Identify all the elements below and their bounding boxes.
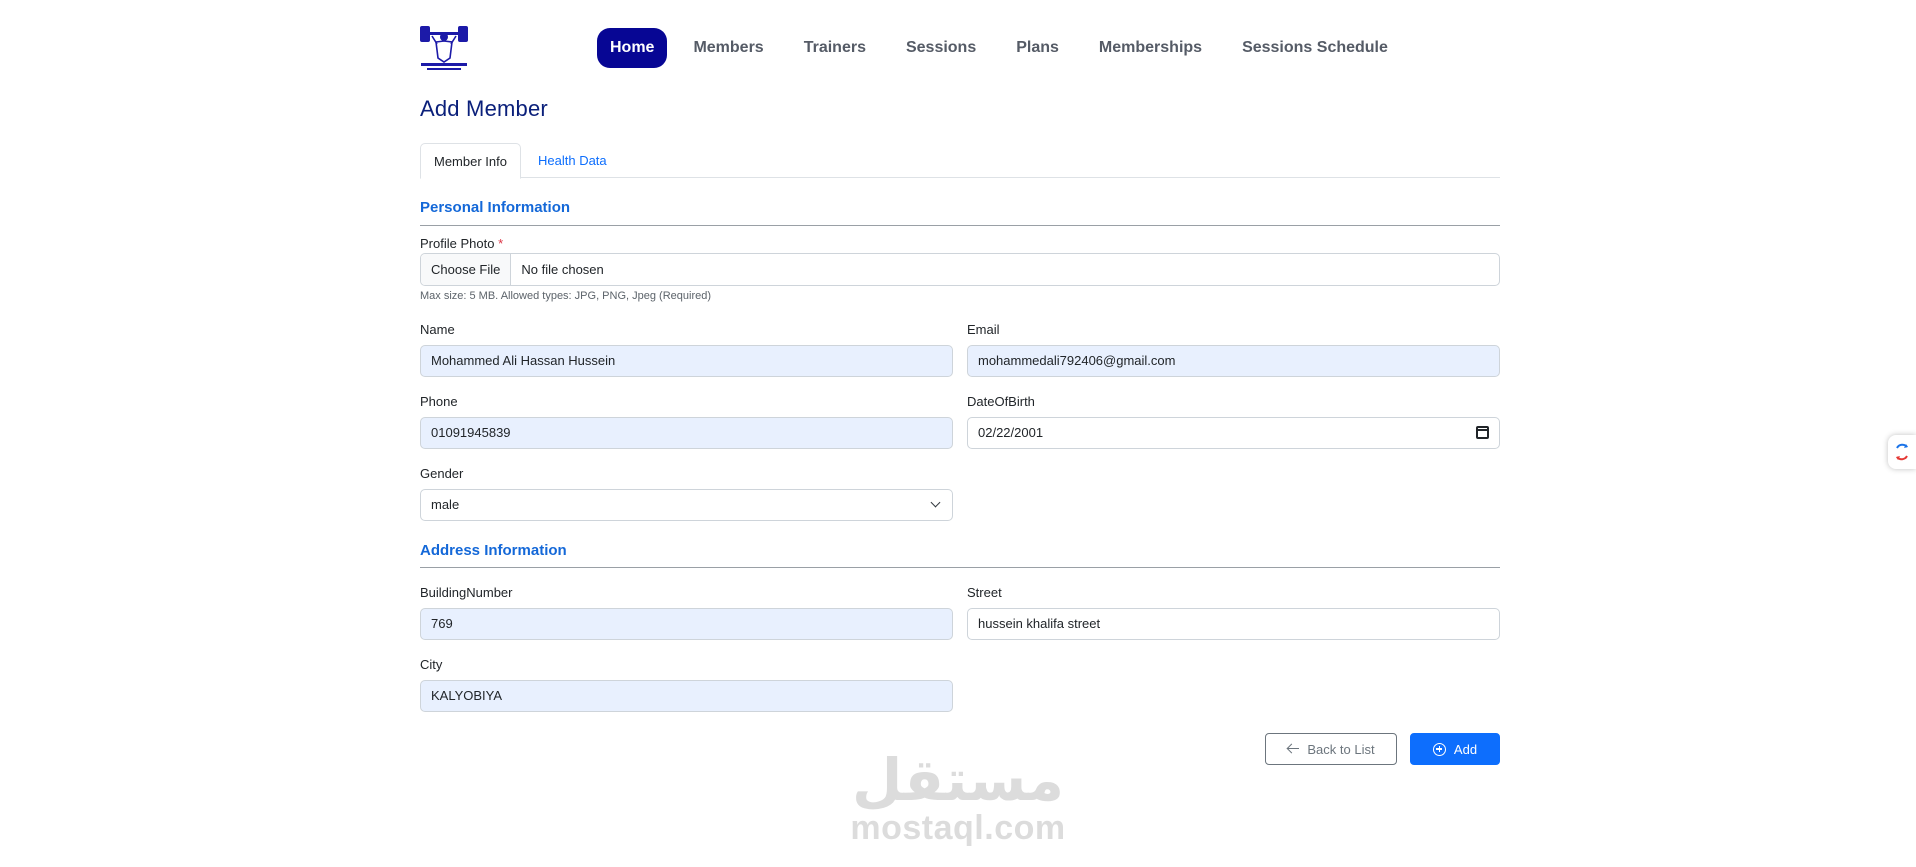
- building-number-input[interactable]: 769: [420, 608, 953, 640]
- profile-photo-label-text: Profile Photo: [420, 236, 495, 251]
- page-title: Add Member: [420, 96, 548, 121]
- nav-sessions-schedule[interactable]: Sessions Schedule: [1229, 28, 1401, 68]
- translate-widget[interactable]: [1888, 435, 1916, 469]
- gender-value: male: [431, 497, 460, 512]
- gender-label: Gender: [420, 466, 464, 481]
- dob-value: 02/22/2001: [978, 425, 1044, 440]
- chevron-down-icon: [930, 497, 941, 508]
- street-input[interactable]: hussein khalifa street: [967, 608, 1500, 640]
- nav-sessions[interactable]: Sessions: [893, 28, 989, 68]
- power-fitness-logo[interactable]: [418, 22, 470, 72]
- tab-health-data[interactable]: Health Data: [525, 143, 620, 179]
- required-marker: *: [498, 236, 504, 251]
- city-label: City: [420, 657, 443, 672]
- main-nav: Home Members Trainers Sessions Plans Mem…: [597, 28, 1415, 68]
- nav-home[interactable]: Home: [597, 28, 668, 68]
- nav-plans[interactable]: Plans: [1003, 28, 1072, 68]
- profile-photo-hint: Max size: 5 MB. Allowed types: JPG, PNG,…: [420, 290, 712, 302]
- choose-file-button[interactable]: Choose File: [421, 254, 512, 285]
- dob-label: DateOfBirth: [967, 394, 1035, 409]
- city-input[interactable]: KALYOBIYA: [420, 680, 953, 712]
- add-member-page: Home Members Trainers Sessions Plans Mem…: [0, 0, 1916, 867]
- nav-trainers[interactable]: Trainers: [791, 28, 879, 68]
- back-to-list-button[interactable]: Back to List: [1265, 733, 1397, 765]
- email-label: Email: [967, 322, 1000, 337]
- watermark-arabic: مستقل: [851, 746, 1065, 814]
- mostaql-watermark: مستقل mostaql.com: [843, 750, 1073, 846]
- section-divider: [420, 567, 1500, 568]
- profile-photo-label: Profile Photo *: [420, 236, 503, 251]
- tab-member-info[interactable]: Member Info: [420, 143, 521, 179]
- add-member-button[interactable]: Add: [1410, 733, 1500, 765]
- dob-input[interactable]: 02/22/2001: [967, 417, 1500, 449]
- calendar-icon[interactable]: [1476, 426, 1489, 439]
- building-number-label: BuildingNumber: [420, 585, 513, 600]
- phone-input[interactable]: 01091945839: [420, 417, 953, 449]
- translate-icon: [1896, 443, 1908, 461]
- profile-photo-input[interactable]: Choose File No file chosen: [420, 253, 1500, 286]
- name-input[interactable]: Mohammed Ali Hassan Hussein: [420, 345, 953, 377]
- back-to-list-label: Back to List: [1307, 741, 1375, 757]
- arrow-left-icon: [1287, 744, 1300, 754]
- personal-information-heading: Personal Information: [420, 199, 571, 216]
- form-tabs: Member Info Health Data: [420, 143, 1500, 179]
- email-input[interactable]: mohammedali792406@gmail.com: [967, 345, 1500, 377]
- plus-circle-icon: [1432, 742, 1446, 756]
- phone-label: Phone: [420, 394, 458, 409]
- section-divider: [420, 225, 1500, 226]
- street-label: Street: [967, 585, 1002, 600]
- nav-memberships[interactable]: Memberships: [1086, 28, 1215, 68]
- name-label: Name: [420, 322, 455, 337]
- watermark-latin: mostaql.com: [850, 809, 1066, 847]
- dumbbell-logo-icon: [420, 26, 468, 70]
- file-status-text: No file chosen: [521, 262, 604, 277]
- nav-members[interactable]: Members: [680, 28, 776, 68]
- add-label: Add: [1453, 741, 1478, 757]
- address-information-heading: Address Information: [420, 542, 567, 559]
- gender-select[interactable]: male: [420, 489, 953, 521]
